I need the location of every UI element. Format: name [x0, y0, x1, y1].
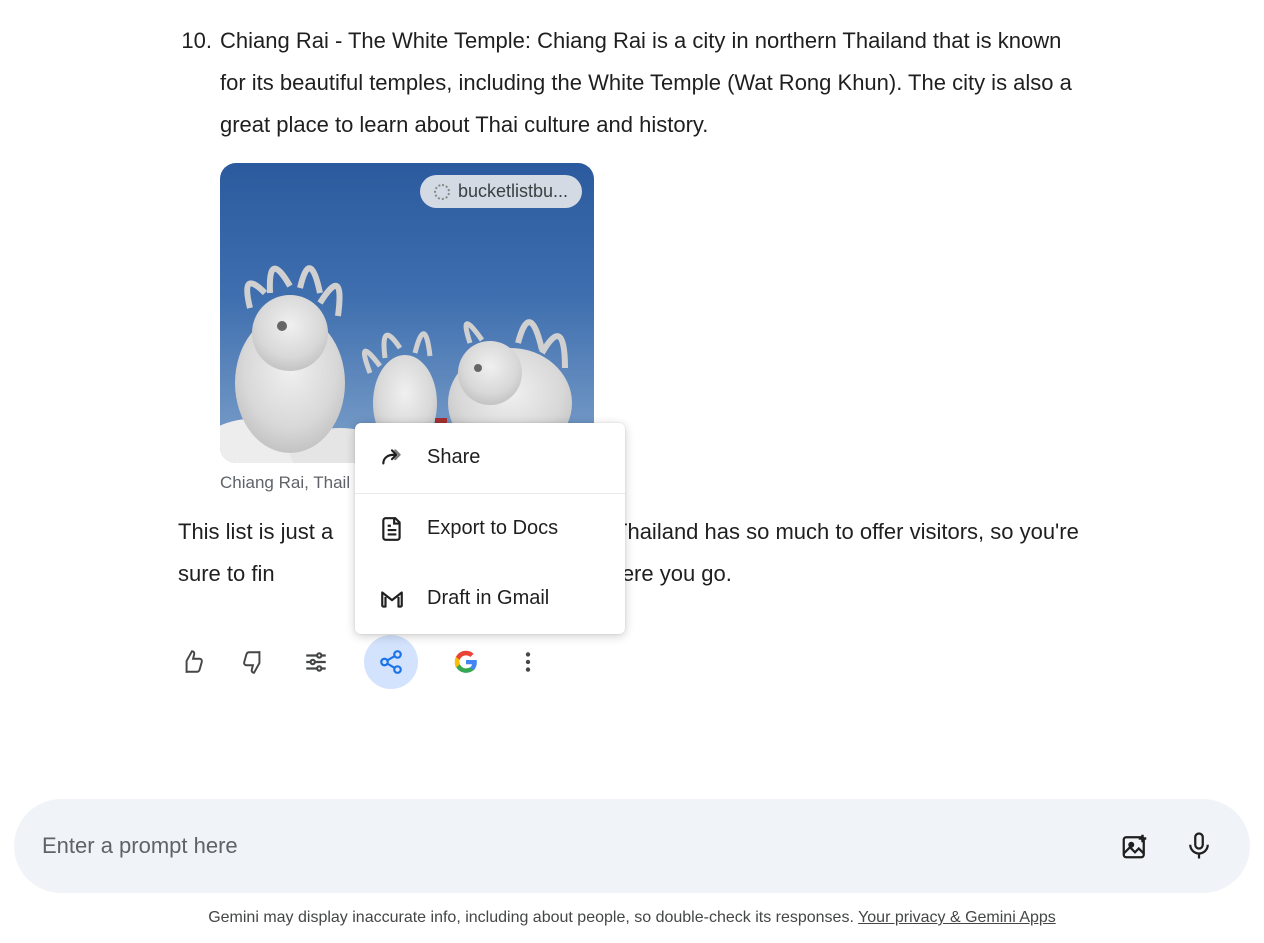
- google-button[interactable]: [452, 648, 480, 676]
- action-bar: Share Export to Docs Draft in Gmail: [178, 635, 1086, 689]
- popup-draft-label: Draft in Gmail: [427, 587, 549, 610]
- popup-export-label: Export to Docs: [427, 517, 558, 540]
- thumbs-down-button[interactable]: [240, 648, 268, 676]
- add-image-button[interactable]: [1120, 831, 1150, 861]
- list-number: 10.: [178, 20, 212, 145]
- prompt-bar: [14, 799, 1250, 893]
- share-button[interactable]: [364, 635, 418, 689]
- bottom-section: Gemini may display inaccurate info, incl…: [0, 799, 1264, 943]
- more-vertical-icon: [515, 649, 541, 675]
- image-chiang-rai: bucketlistbu...: [220, 163, 594, 463]
- list-text: Chiang Rai - The White Temple: Chiang Ra…: [220, 20, 1086, 145]
- popup-share-item[interactable]: Share: [355, 423, 625, 494]
- mic-icon: [1184, 831, 1214, 861]
- share-popup-menu: Share Export to Docs Draft in Gmail: [355, 423, 625, 634]
- disclaimer-text: Gemini may display inaccurate info, incl…: [208, 909, 858, 926]
- share-icon: [378, 649, 404, 675]
- disclaimer-link[interactable]: Your privacy & Gemini Apps: [858, 909, 1056, 926]
- thumbs-up-icon: [179, 649, 205, 675]
- popup-draft-gmail-item[interactable]: Draft in Gmail: [355, 564, 625, 634]
- docs-icon: [379, 516, 405, 542]
- mic-button[interactable]: [1184, 831, 1214, 861]
- tune-button[interactable]: [302, 648, 330, 676]
- share-arrow-icon: [379, 445, 405, 471]
- tune-icon: [303, 649, 329, 675]
- popup-share-label: Share: [427, 446, 480, 469]
- source-chip[interactable]: bucketlistbu...: [420, 175, 582, 208]
- image-plus-icon: [1120, 831, 1150, 861]
- source-chip-label: bucketlistbu...: [458, 181, 568, 202]
- more-button[interactable]: [514, 648, 542, 676]
- list-item-10: 10. Chiang Rai - The White Temple: Chian…: [178, 20, 1086, 145]
- closing-paragraph: This list is just a Thailand has so much…: [178, 511, 1086, 595]
- spinner-icon: [434, 184, 450, 200]
- popup-export-docs-item[interactable]: Export to Docs: [355, 494, 625, 564]
- prompt-input[interactable]: [42, 833, 1120, 859]
- thumbs-up-button[interactable]: [178, 648, 206, 676]
- google-icon: [453, 649, 479, 675]
- disclaimer: Gemini may display inaccurate info, incl…: [14, 909, 1250, 927]
- thumbs-down-icon: [241, 649, 267, 675]
- gmail-icon: [379, 586, 405, 612]
